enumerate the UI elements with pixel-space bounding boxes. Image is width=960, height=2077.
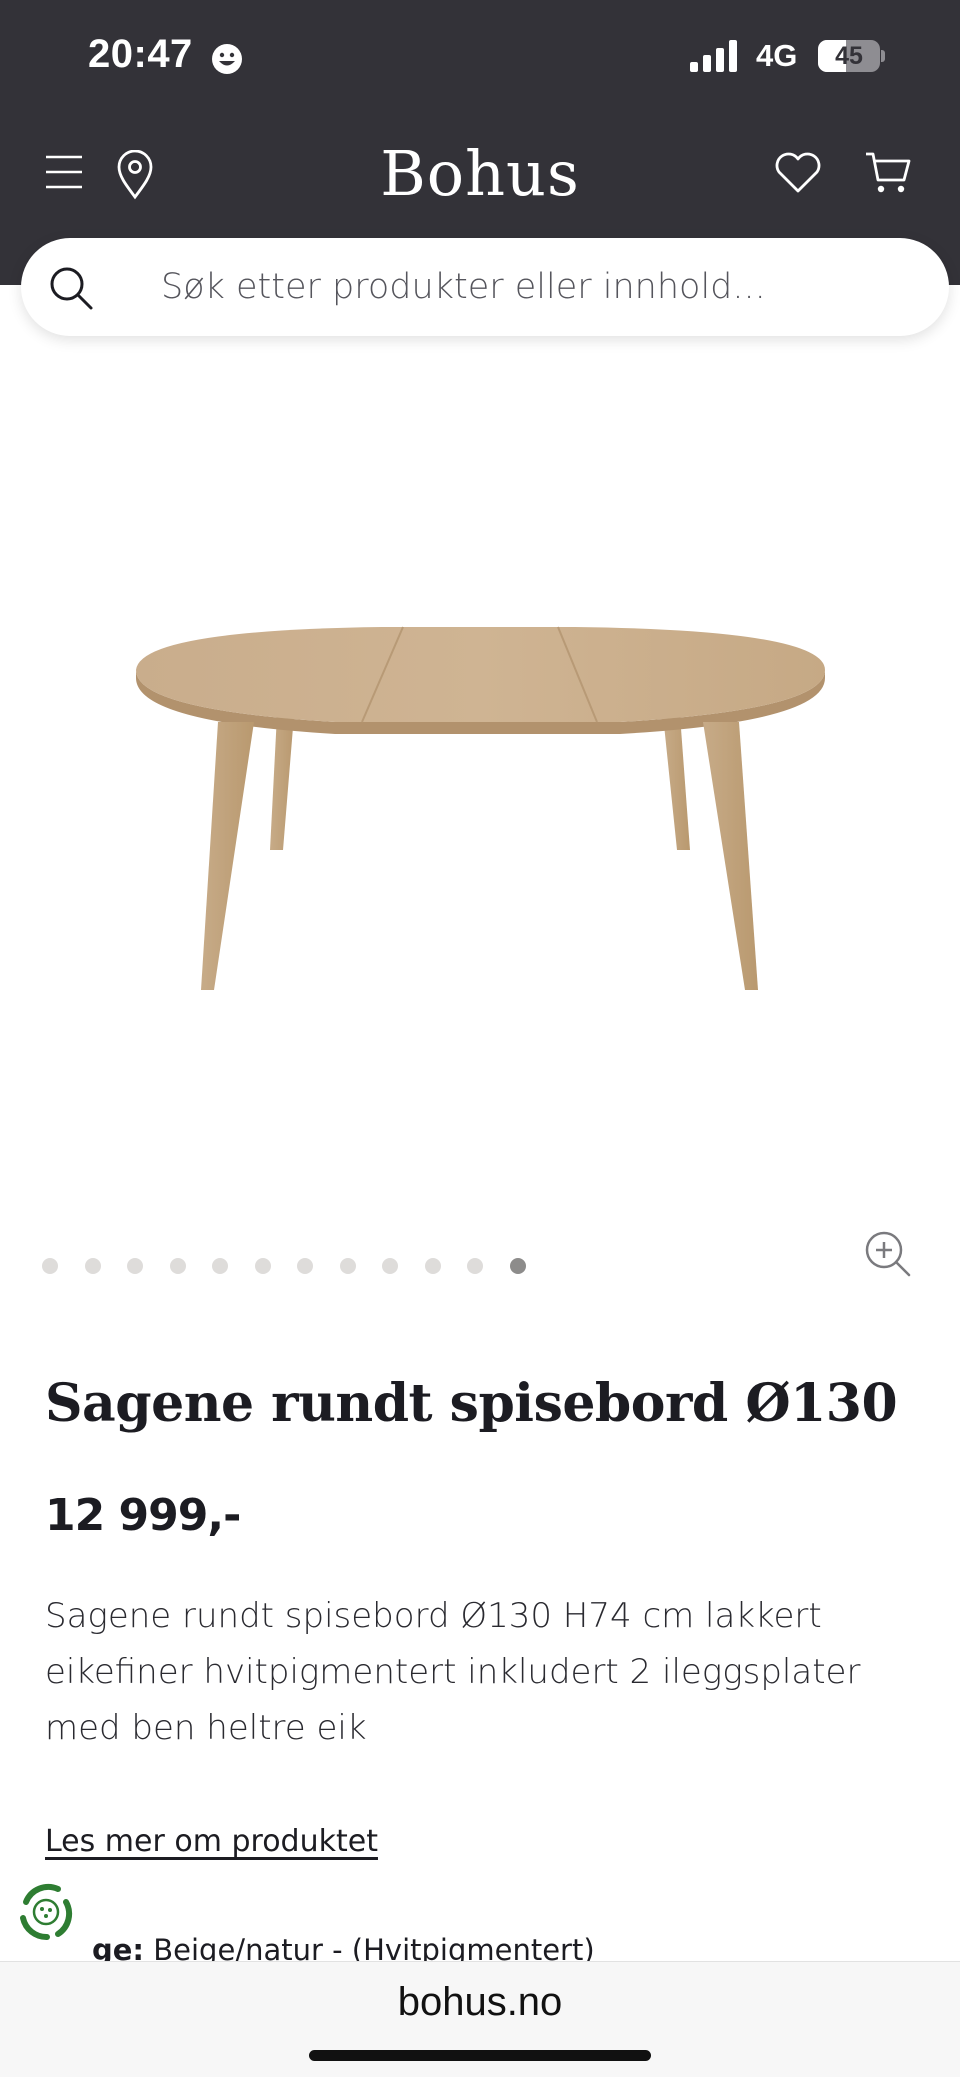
pagination-dot[interactable] — [254, 1258, 271, 1274]
browser-address-bar[interactable]: bohus.no — [0, 1961, 960, 2077]
eco-badge-icon[interactable] — [14, 1880, 78, 1944]
pagination-dot[interactable] — [297, 1258, 313, 1274]
cart-icon[interactable] — [864, 150, 912, 196]
battery-level: 45 — [835, 42, 863, 70]
search-icon[interactable] — [47, 264, 95, 312]
product-title: Sagene rundt spisebord Ø130 — [45, 1373, 898, 1434]
home-indicator — [309, 2050, 651, 2061]
browser-url[interactable]: bohus.no — [0, 1980, 960, 2025]
search-bar[interactable] — [21, 238, 949, 336]
bohus-logo[interactable]: Bohus — [330, 134, 630, 214]
network-type: 4G — [756, 38, 798, 73]
product-description: Sagene rundt spisebord Ø130 H74 cm lakke… — [45, 1596, 861, 1748]
location-pin-icon[interactable] — [116, 150, 154, 200]
pagination-dot[interactable] — [467, 1258, 483, 1274]
zoom-in-icon[interactable] — [864, 1230, 912, 1278]
heart-icon[interactable] — [774, 152, 822, 194]
product-price: 12 999,- — [45, 1490, 241, 1541]
status-time: 20:47 — [88, 32, 193, 76]
pagination-dot[interactable] — [84, 1258, 101, 1274]
pagination-dot[interactable] — [509, 1258, 526, 1274]
pagination-dot[interactable] — [424, 1258, 441, 1274]
pagination-dot[interactable] — [212, 1258, 228, 1274]
read-more-link[interactable]: Les mer om produktet — [45, 1820, 378, 1864]
pagination-dot[interactable] — [169, 1258, 186, 1274]
smiley-icon — [212, 44, 242, 74]
menu-icon[interactable] — [44, 152, 84, 192]
product-image[interactable] — [120, 330, 840, 1010]
pagination-dot[interactable] — [42, 1258, 58, 1274]
pagination-dot[interactable] — [127, 1258, 143, 1274]
search-input[interactable] — [161, 238, 901, 336]
signal-icon — [690, 40, 737, 72]
battery-icon: 45 — [818, 40, 885, 72]
pagination-dot[interactable] — [339, 1258, 356, 1274]
pagination-dot[interactable] — [382, 1258, 398, 1274]
